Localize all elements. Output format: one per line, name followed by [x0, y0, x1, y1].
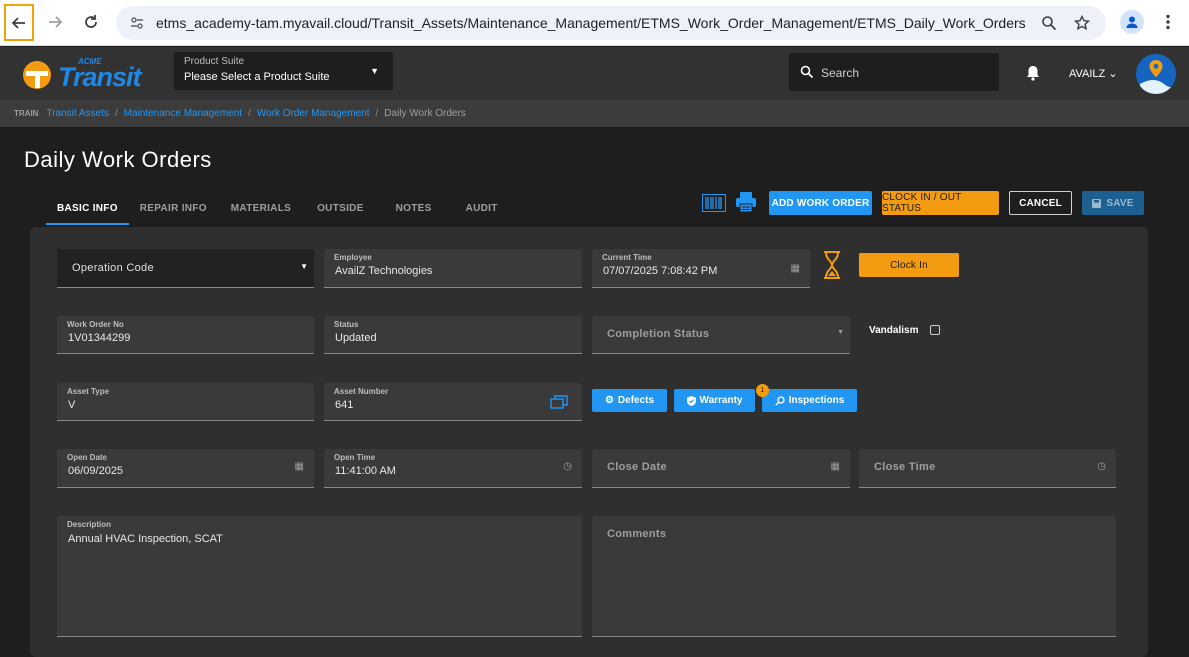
tab-notes[interactable]: NOTES — [375, 201, 443, 225]
clock-icon[interactable]: ◷ — [563, 461, 572, 472]
tab-materials[interactable]: MATERIALS — [218, 201, 302, 225]
clock-in-button[interactable]: Clock In — [859, 253, 959, 277]
address-bar[interactable]: etms_academy-tam.myavail.cloud/Transit_A… — [116, 6, 1106, 40]
defects-button[interactable]: ⚙ Defects — [592, 389, 667, 412]
add-work-order-button[interactable]: ADD WORK ORDER — [769, 191, 872, 215]
profile-icon[interactable] — [1120, 10, 1144, 34]
inspections-count-badge: 1 — [756, 384, 769, 397]
asset-number-field[interactable]: Asset Number 641 — [324, 383, 582, 421]
chevron-down-icon: ⌄ — [1108, 68, 1118, 80]
hourglass-icon — [823, 251, 841, 284]
breadcrumb-current: Daily Work Orders — [384, 108, 466, 119]
avatar[interactable] — [1136, 54, 1176, 94]
zoom-icon[interactable] — [1040, 14, 1058, 32]
forward-arrow-icon[interactable] — [40, 7, 70, 37]
page-title: Daily Work Orders — [24, 147, 212, 172]
dropdown-arrow-icon: ▼ — [370, 66, 379, 76]
shield-icon — [686, 395, 696, 406]
dropdown-arrow-icon: ▼ — [300, 262, 308, 271]
completion-status-select[interactable]: Completion Status ▼ — [592, 316, 850, 354]
environment-label: TRAIN — [14, 109, 39, 118]
basic-info-panel: Operation Code ▼ Employee AvailZ Technol… — [30, 227, 1148, 657]
operation-code-select[interactable]: Operation Code ▼ — [57, 249, 314, 288]
close-date-field[interactable]: Close Date ▦ — [592, 449, 850, 488]
breadcrumb: TRAIN Transit Assets / Maintenance Manag… — [0, 100, 1189, 127]
breadcrumb-link-work-order-management[interactable]: Work Order Management — [257, 108, 370, 119]
dropdown-arrow-icon: ▼ — [837, 329, 844, 336]
search-input[interactable]: Search — [789, 53, 999, 91]
clock-in-out-status-button[interactable]: CLOCK IN / OUT STATUS — [882, 191, 999, 215]
app-header: ACME Transit Product Suite Please Select… — [0, 47, 1189, 100]
gears-icon: ⚙ — [604, 395, 614, 406]
user-menu[interactable]: AVAILZ ⌄ — [1069, 67, 1118, 80]
work-order-no-field[interactable]: Work Order No 1V01344299 — [57, 316, 314, 354]
print-icon[interactable] — [735, 191, 757, 218]
tab-outside[interactable]: OUTSIDE — [302, 201, 375, 225]
tab-bar: BASIC INFO REPAIR INFO MATERIALS OUTSIDE… — [46, 201, 509, 225]
reload-icon[interactable] — [76, 7, 106, 37]
breadcrumb-link-maintenance-management[interactable]: Maintenance Management — [124, 108, 242, 119]
close-time-field[interactable]: Close Time ◷ — [859, 449, 1116, 488]
product-suite-select[interactable]: Product Suite Please Select a Product Su… — [174, 52, 393, 90]
bookmark-star-icon[interactable] — [1073, 14, 1091, 32]
open-date-field[interactable]: Open Date 06/09/2025 ▦ — [57, 449, 314, 488]
comments-field[interactable]: Comments — [592, 516, 1116, 637]
browser-menu-icon[interactable] — [1160, 10, 1176, 34]
asset-lookup-icon[interactable] — [550, 395, 568, 409]
vandalism-label: Vandalism — [869, 325, 919, 336]
breadcrumb-link-transit-assets[interactable]: Transit Assets — [46, 108, 108, 119]
description-field[interactable]: Description Annual HVAC Inspection, SCAT — [57, 516, 582, 637]
vandalism-checkbox[interactable] — [930, 325, 940, 335]
asset-type-field[interactable]: Asset Type V — [57, 383, 314, 421]
open-time-field[interactable]: Open Time 11:41:00 AM ◷ — [324, 449, 582, 488]
browser-toolbar: etms_academy-tam.myavail.cloud/Transit_A… — [0, 0, 1189, 46]
tab-basic-info[interactable]: BASIC INFO — [46, 201, 129, 225]
status-field[interactable]: Status Updated — [324, 316, 582, 354]
inspections-button[interactable]: Inspections — [762, 389, 857, 412]
url-text[interactable]: etms_academy-tam.myavail.cloud/Transit_A… — [156, 15, 1026, 31]
calendar-icon[interactable]: ▦ — [831, 461, 840, 472]
inspection-magnifier-icon — [774, 395, 785, 406]
tab-audit[interactable]: AUDIT — [443, 201, 509, 225]
search-icon — [800, 65, 814, 79]
main-content: Daily Work Orders BASIC INFO REPAIR INFO… — [0, 127, 1189, 657]
save-icon — [1092, 198, 1102, 208]
tab-repair-info[interactable]: REPAIR INFO — [129, 201, 218, 225]
current-time-field[interactable]: Current Time 07/07/2025 7:08:42 PM ▦ — [592, 249, 810, 288]
back-arrow-icon[interactable] — [4, 4, 34, 41]
acme-transit-logo[interactable]: ACME Transit — [22, 57, 152, 92]
calendar-icon[interactable]: ▦ — [295, 461, 304, 472]
barcode-icon[interactable] — [702, 194, 726, 217]
employee-field[interactable]: Employee AvailZ Technologies — [324, 249, 582, 288]
site-info-icon[interactable] — [128, 14, 146, 32]
clock-icon[interactable]: ◷ — [1097, 461, 1106, 472]
calendar-icon: ▦ — [790, 263, 800, 274]
notification-bell-icon[interactable] — [1026, 65, 1040, 86]
warranty-button[interactable]: Warranty — [674, 389, 755, 412]
save-button[interactable]: SAVE — [1082, 191, 1144, 215]
cancel-button[interactable]: CANCEL — [1009, 191, 1072, 215]
